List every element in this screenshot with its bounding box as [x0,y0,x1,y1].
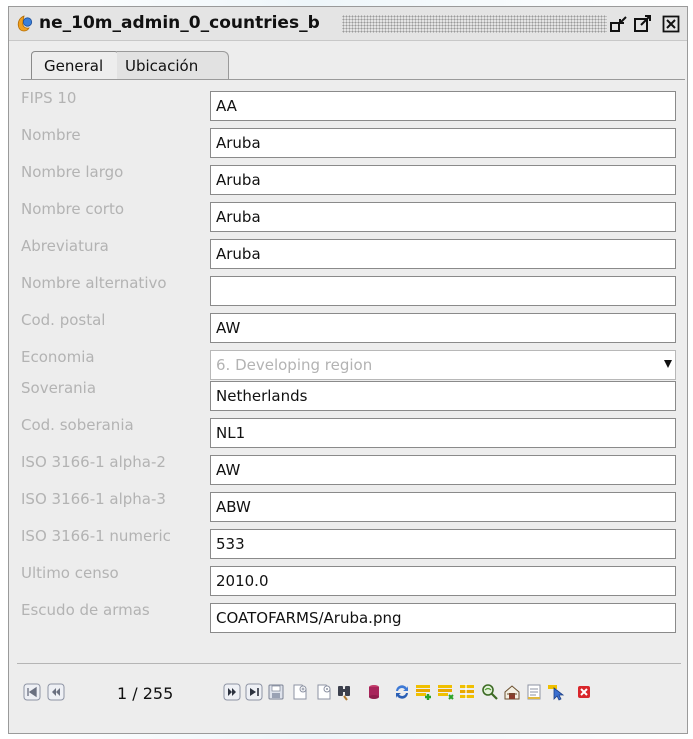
field-label: Nombre alternativo [21,274,167,292]
form-row: Soverania Netherlands [21,375,685,411]
tab-divider [21,79,685,80]
app-layer-icon [15,15,33,33]
escudo-de-armas-field[interactable]: COATOFARMS/Aruba.png [210,603,676,633]
abreviatura-field[interactable]: Aruba [210,239,676,269]
form-row: Nombre Aruba [21,122,685,158]
soverania-field[interactable]: Netherlands [210,381,676,411]
copy-icon[interactable] [503,683,521,701]
field-label: ISO 3166-1 alpha-3 [21,490,166,508]
title-grip[interactable] [342,15,607,33]
field-label: Soverania [21,379,97,397]
cod-soberania-field[interactable]: NL1 [210,418,676,448]
next-record-icon[interactable] [223,683,241,701]
attribute-form-window: ne_10m_admin_0_countries_b General Ubica… [8,6,688,734]
nombre-largo-field[interactable]: Aruba [210,165,676,195]
last-record-icon[interactable] [245,683,263,701]
field-label: Cod. soberania [21,416,134,434]
nombre-corto-field[interactable]: Aruba [210,202,676,232]
record-counter: 1 / 255 [117,684,174,703]
form-row: Nombre alternativo [21,270,685,306]
zoom-to-icon[interactable] [481,683,499,701]
form-row: Nombre largo Aruba [21,159,685,195]
field-label: Nombre largo [21,163,124,181]
field-label: Cod. postal [21,311,106,329]
refresh-icon[interactable] [393,683,411,701]
new-record-with-data-icon[interactable] [315,683,333,701]
form-row: Cod. soberania NL1 [21,412,685,448]
title-bar[interactable]: ne_10m_admin_0_countries_b [9,7,687,41]
attribute-form: FIPS 10 AA Nombre Aruba Nombre largo Aru… [21,85,685,645]
field-label: Nombre corto [21,200,125,218]
tab-general-label: General [44,57,104,75]
field-label: Abreviatura [21,237,109,255]
remove-selection-icon[interactable] [437,683,455,701]
dropdown-arrow-icon[interactable] [664,360,672,368]
select-tool-icon[interactable] [547,683,565,701]
add-selection-icon[interactable] [415,683,433,701]
iso-numeric-field[interactable]: 533 [210,529,676,559]
field-label: Nombre [21,126,81,144]
delete-icon[interactable] [575,683,593,701]
form-row: FIPS 10 AA [21,85,685,121]
form-row: Nombre corto Aruba [21,196,685,232]
cod-postal-field[interactable]: AW [210,313,676,343]
window-title: ne_10m_admin_0_countries_b [39,13,320,33]
form-row: Ultimo censo 2010.0 [21,560,685,596]
form-row: Abreviatura Aruba [21,233,685,269]
restore-icon[interactable] [609,14,629,34]
form-row: Escudo de armas COATOFARMS/Aruba.png [21,597,685,633]
iso-alpha3-field[interactable]: ABW [210,492,676,522]
form-row: Cod. postal AW [21,307,685,343]
nombre-field[interactable]: Aruba [210,128,676,158]
iso-alpha2-field[interactable]: AW [210,455,676,485]
maximize-icon[interactable] [633,14,653,34]
field-label: Economia [21,348,95,366]
tab-general[interactable]: General [31,51,119,79]
navigation-separator [17,663,681,664]
form-row: Economia 6. Developing region [21,344,685,380]
field-label: Ultimo censo [21,564,119,582]
fips10-field[interactable]: AA [210,91,676,121]
ultimo-censo-field[interactable]: 2010.0 [210,566,676,596]
field-label: Escudo de armas [21,601,150,619]
new-record-icon[interactable] [291,683,309,701]
close-icon[interactable] [661,14,681,34]
report-icon[interactable] [525,683,543,701]
tab-ubicacion-label: Ubicación [125,57,199,75]
economia-selected-value: 6. Developing region [216,356,373,374]
find-icon[interactable] [335,683,353,701]
tab-strip: General Ubicación [21,51,681,81]
previous-record-icon[interactable] [47,683,65,701]
form-row: ISO 3166-1 alpha-3 ABW [21,486,685,522]
database-icon[interactable] [365,683,383,701]
form-row: ISO 3166-1 alpha-2 AW [21,449,685,485]
nombre-alternativo-field[interactable] [210,276,676,306]
form-row: ISO 3166-1 numeric 533 [21,523,685,559]
selection-only-icon[interactable] [459,683,477,701]
first-record-icon[interactable] [23,683,41,701]
field-label: ISO 3166-1 numeric [21,527,171,545]
record-navigation-toolbar: 1 / 255 [9,677,687,713]
field-label: FIPS 10 [21,89,77,107]
tab-ubicacion[interactable]: Ubicación [117,51,229,79]
save-icon[interactable] [267,683,285,701]
field-label: ISO 3166-1 alpha-2 [21,453,166,471]
